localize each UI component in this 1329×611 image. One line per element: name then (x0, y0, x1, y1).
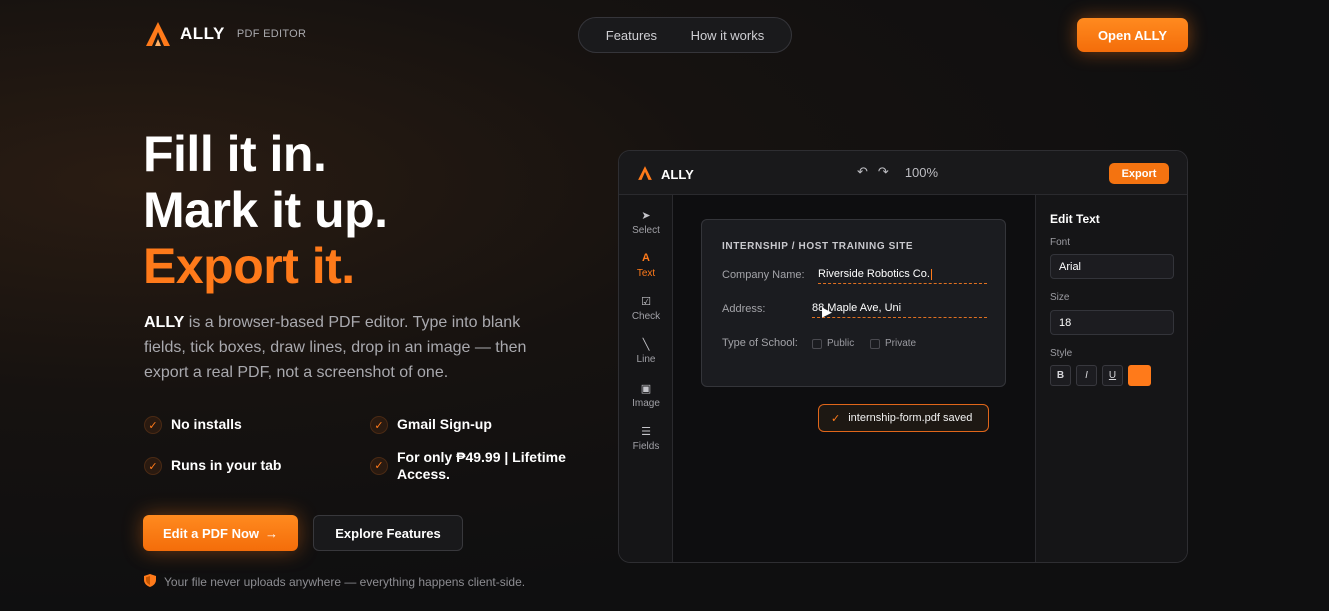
export-button[interactable]: Export (1109, 163, 1169, 184)
color-swatch[interactable] (1128, 365, 1151, 386)
redo-icon[interactable]: ↷ (878, 164, 889, 180)
brand-subtitle: PDF EDITOR (236, 28, 307, 40)
check-icon: ✓ (831, 412, 841, 425)
italic-button[interactable]: I (1076, 365, 1097, 386)
headline-line-3: Export it. (143, 238, 355, 294)
arrow-right-icon: → (265, 525, 279, 541)
feature-item: ✓ No installs (144, 416, 242, 434)
tool-label: Image (632, 398, 660, 409)
company-field[interactable]: Riverside Robotics Co. (818, 268, 987, 284)
size-input[interactable]: 18 (1050, 310, 1174, 335)
checkbox-icon (870, 338, 880, 349)
pointer-cursor-icon: ▶ (822, 304, 832, 319)
checkbox-icon (812, 338, 822, 349)
tool-label: Text (636, 268, 656, 279)
tool-label: Select (632, 225, 660, 236)
font-label: Font (1050, 237, 1071, 248)
tool-check[interactable]: ☑ Check (619, 295, 673, 322)
text-caret (930, 268, 932, 280)
brand-name: ALLY (180, 24, 225, 43)
pdf-page[interactable]: INTERNSHIP / HOST TRAINING SITE Company … (701, 219, 1006, 387)
tool-fields[interactable]: ☰ Fields (619, 425, 673, 452)
properties-panel: Edit Text Font Arial Size 18 Style B I U (1035, 195, 1187, 562)
check-icon: ✓ (370, 416, 388, 434)
cta-primary-label: Edit a PDF Now (162, 525, 260, 541)
toast-text: internship-form.pdf saved (848, 412, 973, 424)
tool-select[interactable]: ➤ Select (619, 209, 673, 236)
option-label: Public (827, 338, 855, 349)
style-controls: B I U (1050, 365, 1151, 386)
address-field[interactable]: 88 Maple Ave, Uni (812, 302, 987, 318)
tool-text[interactable]: A Text (619, 252, 673, 279)
option-label: Private (885, 338, 917, 349)
company-value: Riverside Robotics Co. (818, 268, 930, 280)
feature-item: ✓ Gmail Sign-up (370, 416, 492, 434)
explore-features-button[interactable]: Explore Features (313, 515, 463, 551)
image-icon: ▣ (640, 383, 652, 395)
text-icon: A (642, 252, 650, 264)
feature-label: Runs in your tab (171, 457, 282, 473)
company-label: Company Name: (722, 269, 805, 281)
privacy-note: Your file never uploads anywhere — every… (144, 574, 525, 590)
feature-item: ✓ For only ₱49.99 | Lifetime Access. (370, 449, 570, 483)
nav-link-how-it-works[interactable]: How it works (691, 28, 765, 43)
history-controls: ↶ ↷ 100% (857, 164, 938, 180)
headline-line-1: Fill it in. (143, 126, 327, 182)
check-icon: ✓ (370, 457, 388, 475)
option-public[interactable]: Public (812, 338, 854, 349)
tool-sidebar: ➤ Select A Text ☑ Check ╲ Line ▣ Image ☰… (619, 195, 673, 562)
form-title: INTERNSHIP / HOST TRAINING SITE (722, 241, 914, 252)
headline-line-2: Mark it up. (143, 182, 388, 238)
option-private[interactable]: Private (870, 338, 916, 349)
hero-description: ALLY is a browser-based PDF editor. Type… (144, 310, 544, 385)
fields-icon: ☰ (641, 426, 651, 438)
zoom-level[interactable]: 100% (905, 165, 938, 180)
description-text: is a browser-based PDF editor. Type into… (144, 314, 527, 381)
tool-label: Fields (632, 441, 660, 452)
privacy-note-text: Your file never uploads anywhere — every… (164, 575, 526, 589)
saved-toast: ✓ internship-form.pdf saved (818, 404, 989, 432)
bold-button[interactable]: B (1050, 365, 1071, 386)
check-icon: ✓ (144, 457, 162, 475)
tool-line[interactable]: ╲ Line (619, 338, 673, 365)
font-select[interactable]: Arial (1050, 254, 1174, 279)
top-nav: ALLY PDF EDITOR Features How it works Op… (0, 0, 1329, 70)
description-brand: ALLY (144, 314, 185, 331)
nav-link-features[interactable]: Features (606, 28, 657, 43)
size-label: Size (1050, 292, 1070, 303)
shield-icon (144, 574, 156, 590)
editor-canvas[interactable]: INTERNSHIP / HOST TRAINING SITE Company … (673, 195, 1035, 562)
panel-title: Edit Text (1050, 212, 1100, 226)
school-type-label: Type of School: (722, 337, 798, 349)
check-icon: ✓ (144, 416, 162, 434)
line-icon: ╲ (642, 339, 650, 351)
editor-brand-name: ALLY (661, 167, 694, 182)
editor-preview: ALLY ↶ ↷ 100% Export ➤ Select A Text ☑ C… (618, 150, 1188, 563)
underline-button[interactable]: U (1102, 365, 1123, 386)
ally-logo-icon (637, 165, 653, 184)
feature-label: No installs (171, 416, 242, 432)
nav-links: Features How it works (578, 17, 792, 53)
feature-item: ✓ Runs in your tab (144, 457, 281, 475)
address-label: Address: (722, 303, 766, 315)
feature-label: Gmail Sign-up (397, 416, 492, 432)
open-ally-button[interactable]: Open ALLY (1077, 18, 1188, 52)
style-label: Style (1050, 348, 1073, 359)
feature-label: For only ₱49.99 | Lifetime Access. (397, 449, 566, 482)
tool-label: Line (636, 354, 656, 365)
brand[interactable]: ALLY PDF EDITOR (144, 20, 306, 48)
tool-label: Check (631, 311, 661, 322)
checkbox-icon: ☑ (641, 296, 651, 308)
cursor-icon: ➤ (641, 210, 651, 222)
editor-toolbar: ALLY ↶ ↷ 100% Export (619, 151, 1187, 195)
tool-image[interactable]: ▣ Image (619, 382, 673, 409)
edit-pdf-now-button[interactable]: Edit a PDF Now → (143, 515, 298, 551)
editor-brand: ALLY (637, 165, 694, 184)
ally-logo-icon (144, 20, 172, 48)
undo-icon[interactable]: ↶ (857, 164, 868, 180)
hero-headline: Fill it in. Mark it up. Export it. (143, 126, 388, 294)
